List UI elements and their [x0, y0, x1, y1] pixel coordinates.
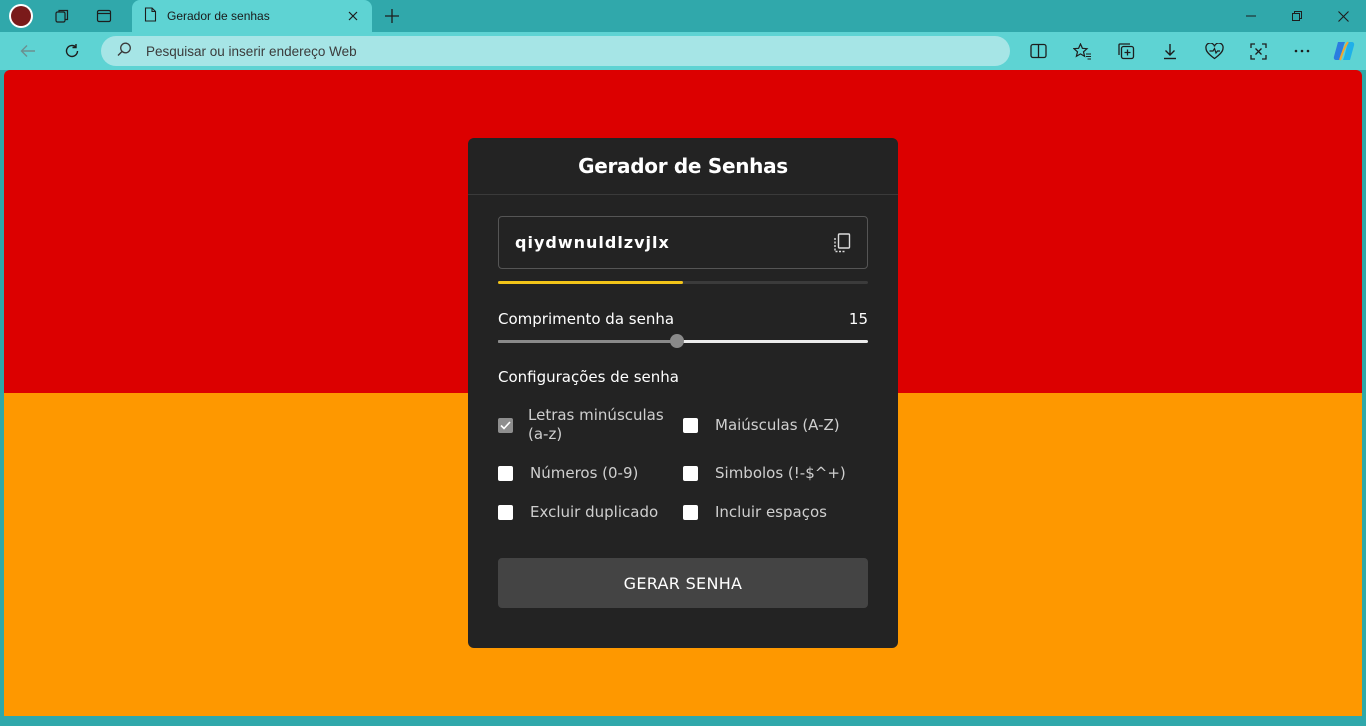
strength-indicator: [498, 281, 868, 284]
search-icon: [117, 42, 132, 61]
restore-icon[interactable]: [1274, 0, 1320, 32]
window-bottom-edge: [0, 716, 1366, 726]
screenshot-icon[interactable]: [1244, 37, 1272, 65]
favorites-icon[interactable]: [1068, 37, 1096, 65]
back-icon[interactable]: [14, 37, 42, 65]
title-bar: Gerador de senhas: [0, 0, 1366, 32]
option-label: Excluir duplicado: [530, 503, 659, 521]
settings-label: Configurações de senha: [498, 368, 679, 386]
option-numbers[interactable]: Números (0-9): [498, 464, 638, 483]
browser-essentials-icon[interactable]: [1200, 37, 1228, 65]
page-title: Gerador de Senhas: [468, 138, 898, 195]
page-viewport: Gerador de Senhas qiydwnuldlzvjlx Compri…: [4, 70, 1362, 716]
address-bar[interactable]: Pesquisar ou inserir endereço Web: [101, 36, 1010, 66]
option-label: Números (0-9): [530, 464, 639, 482]
option-label: Incluir espaços: [715, 503, 827, 521]
split-screen-icon[interactable]: [1024, 37, 1052, 65]
option-lowercase[interactable]: Letras minúsculas (a-z): [498, 406, 678, 444]
length-label: Comprimento da senha: [498, 310, 675, 328]
strength-fill: [498, 281, 683, 284]
plus-icon[interactable]: [380, 4, 404, 28]
checkbox-exclude-duplicates[interactable]: [498, 505, 513, 520]
page-icon: [144, 6, 157, 26]
password-generator-card: Gerador de Senhas qiydwnuldlzvjlx Compri…: [468, 138, 898, 648]
length-value: 15: [848, 310, 868, 328]
checkbox-include-spaces[interactable]: [683, 505, 698, 520]
option-exclude-duplicates[interactable]: Excluir duplicado: [498, 503, 658, 522]
more-icon[interactable]: [1288, 37, 1316, 65]
checkbox-numbers[interactable]: [498, 466, 513, 481]
tab-title: Gerador de senhas: [167, 9, 270, 23]
window-close-icon[interactable]: [1320, 0, 1366, 32]
checkbox-lowercase[interactable]: [498, 417, 513, 433]
checkbox-symbols[interactable]: [683, 466, 698, 481]
length-slider[interactable]: [498, 334, 868, 348]
profile-avatar[interactable]: [9, 4, 33, 28]
option-label: Letras minúsculas (a-z): [528, 406, 664, 443]
minimize-icon[interactable]: [1228, 0, 1274, 32]
collections-icon[interactable]: [1112, 37, 1140, 65]
slider-thumb[interactable]: [670, 334, 685, 348]
password-output[interactable]: qiydwnuldlzvjlx: [498, 216, 868, 269]
option-uppercase[interactable]: Maiúsculas (A-Z): [683, 416, 840, 435]
option-include-spaces[interactable]: Incluir espaços: [683, 503, 827, 522]
tab-active[interactable]: Gerador de senhas: [132, 0, 372, 32]
generate-password-button[interactable]: GERAR SENHA: [498, 558, 868, 608]
download-icon[interactable]: [1156, 37, 1184, 65]
tab-actions-icon[interactable]: [92, 4, 116, 28]
copy-icon[interactable]: [831, 231, 853, 255]
slider-fill: [498, 340, 678, 343]
option-symbols[interactable]: Simbolos (!-$^+): [683, 464, 846, 483]
close-icon[interactable]: [344, 7, 362, 25]
option-label: Maiúsculas (A-Z): [715, 416, 840, 434]
copilot-icon[interactable]: [1330, 37, 1358, 65]
browser-toolbar: Pesquisar ou inserir endereço Web: [0, 32, 1366, 70]
address-placeholder: Pesquisar ou inserir endereço Web: [146, 43, 357, 59]
refresh-icon[interactable]: [58, 37, 86, 65]
password-value: qiydwnuldlzvjlx: [515, 233, 670, 252]
workspaces-icon[interactable]: [50, 4, 74, 28]
checkbox-uppercase[interactable]: [683, 418, 698, 433]
option-label: Simbolos (!-$^+): [715, 464, 846, 482]
